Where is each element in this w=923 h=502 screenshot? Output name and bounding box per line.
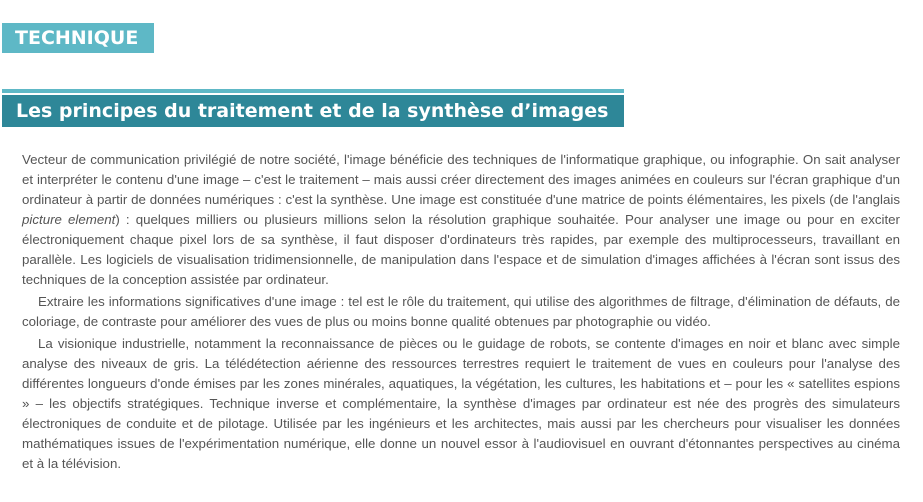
page-title: Les principes du traitement et de la syn… xyxy=(2,89,625,127)
paragraph-1-text-start: Vecteur de communication privilégié de n… xyxy=(22,152,900,207)
paragraph-2: Extraire les informations significatives… xyxy=(22,294,900,329)
article-body: Vecteur de communication privilégié de n… xyxy=(22,150,900,476)
paragraph-1: Vecteur de communication privilégié de n… xyxy=(22,150,900,290)
section-tag: TECHNIQUE xyxy=(2,23,155,53)
paragraph-3: La visionique industrielle, notamment la… xyxy=(22,336,900,471)
paragraph-1-text-end: ) : quelques milliers ou plusieurs milli… xyxy=(22,212,900,287)
picture-element-term: picture element xyxy=(22,212,116,227)
